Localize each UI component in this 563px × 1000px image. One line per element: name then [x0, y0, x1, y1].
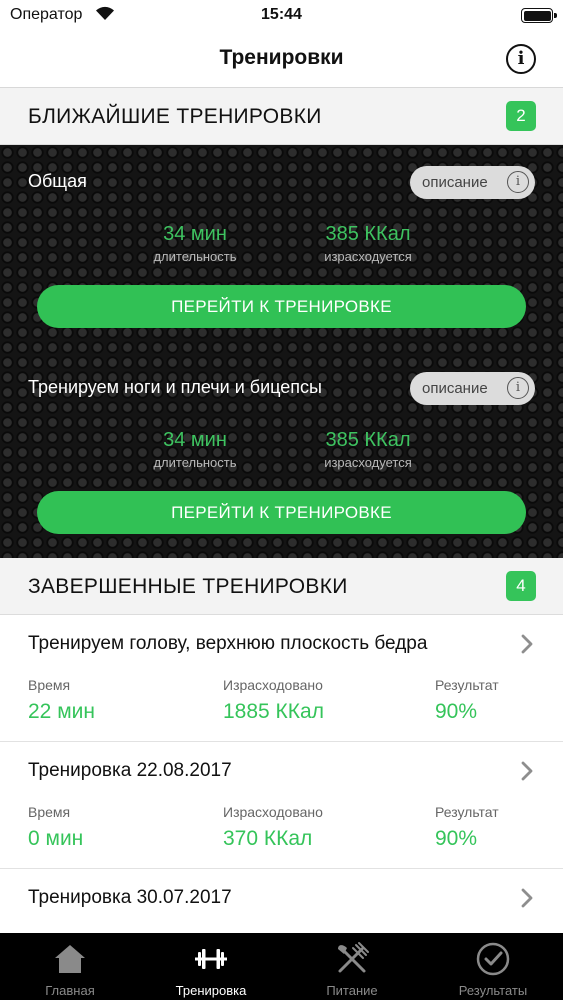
tab-nutrition[interactable]: Питание — [282, 933, 422, 1000]
status-bar: Оператор 15:44 — [0, 0, 563, 30]
info-icon: i — [507, 171, 529, 193]
chevron-right-icon — [521, 634, 533, 654]
tab-label: Результаты — [458, 983, 528, 998]
spent-value: 370 ККал — [223, 827, 313, 850]
duration-value: 34 мин — [163, 429, 227, 451]
spent-label: Израсходовано — [223, 677, 323, 693]
tab-home[interactable]: Главная — [0, 933, 140, 1000]
duration-label: длительность — [153, 455, 237, 470]
time-value: 22 мин — [28, 700, 95, 723]
time-value: 0 мин — [28, 827, 84, 850]
upcoming-workouts-panel: Общая описание i 34 мин длительность 385… — [0, 145, 563, 558]
result-value: 90% — [435, 700, 478, 723]
completed-workout-row[interactable]: Тренировка 22.08.2017 Время 0 мин Израсх… — [0, 742, 563, 869]
result-label: Результат — [435, 804, 499, 820]
calories-value: 385 ККал — [325, 223, 411, 245]
go-to-workout-button[interactable]: ПЕРЕЙТИ К ТРЕНИРОВКЕ — [37, 491, 526, 534]
calories-label: израсходуется — [324, 249, 412, 264]
dumbbell-icon — [195, 949, 227, 969]
description-label: описание — [422, 380, 488, 397]
completed-workout-row[interactable]: Тренируем голову, верхнюю плоскость бедр… — [0, 615, 563, 742]
result-label: Результат — [435, 677, 499, 693]
battery-icon — [521, 8, 557, 23]
tab-workout[interactable]: Тренировка — [141, 933, 281, 1000]
description-label: описание — [422, 174, 488, 191]
tab-label: Тренировка — [175, 983, 247, 998]
duration-value: 34 мин — [163, 223, 227, 245]
upcoming-count-badge: 2 — [506, 101, 536, 131]
time-label: Время — [28, 804, 71, 820]
info-icon[interactable]: i — [506, 44, 536, 74]
calories-label: израсходуется — [324, 455, 412, 470]
tab-label: Питание — [326, 983, 378, 998]
workout-name: Тренировка 22.08.2017 — [28, 760, 232, 781]
calories-value: 385 ККал — [325, 429, 411, 451]
workout-name: Тренируем ноги и плечи и бицепсы — [28, 377, 322, 397]
tab-label: Главная — [45, 983, 95, 998]
status-time: 15:44 — [261, 6, 302, 23]
chevron-right-icon — [521, 888, 533, 908]
tab-bar: Главная Тренировка Питание Результаты — [0, 933, 563, 1000]
description-button[interactable]: описание i — [410, 166, 535, 199]
completed-count-badge: 4 — [506, 571, 536, 601]
spent-value: 1885 ККал — [223, 700, 324, 723]
navigation-bar: Тренировки i — [0, 30, 563, 88]
go-to-workout-button[interactable]: ПЕРЕЙТИ К ТРЕНИРОВКЕ — [37, 285, 526, 328]
upcoming-workout-card: Тренируем ноги и плечи и бицепсы описани… — [0, 351, 563, 551]
completed-section-header: ЗАВЕРШЕННЫЕ ТРЕНИРОВКИ 4 — [0, 558, 563, 615]
workout-name: Тренируем голову, верхнюю плоскость бедр… — [28, 633, 428, 654]
chevron-right-icon — [521, 761, 533, 781]
tab-results[interactable]: Результаты — [423, 933, 563, 1000]
workout-name: Тренировка 30.07.2017 — [28, 887, 232, 908]
upcoming-workout-card: Общая описание i 34 мин длительность 385… — [0, 145, 563, 345]
completed-section-title: ЗАВЕРШЕННЫЕ ТРЕНИРОВКИ — [28, 575, 348, 598]
workout-name: Общая — [28, 171, 87, 191]
page-title: Тренировки — [219, 46, 344, 69]
checkmark-circle-icon — [476, 942, 510, 976]
upcoming-section-title: БЛИЖАЙШИЕ ТРЕНИРОВКИ — [28, 105, 322, 128]
time-label: Время — [28, 677, 71, 693]
spent-label: Израсходовано — [223, 804, 323, 820]
result-value: 90% — [435, 827, 478, 850]
upcoming-section-header: БЛИЖАЙШИЕ ТРЕНИРОВКИ 2 — [0, 88, 563, 145]
description-button[interactable]: описание i — [410, 372, 535, 405]
duration-label: длительность — [153, 249, 237, 264]
fork-knife-icon — [338, 942, 369, 973]
home-icon — [55, 945, 85, 973]
info-icon: i — [507, 377, 529, 399]
